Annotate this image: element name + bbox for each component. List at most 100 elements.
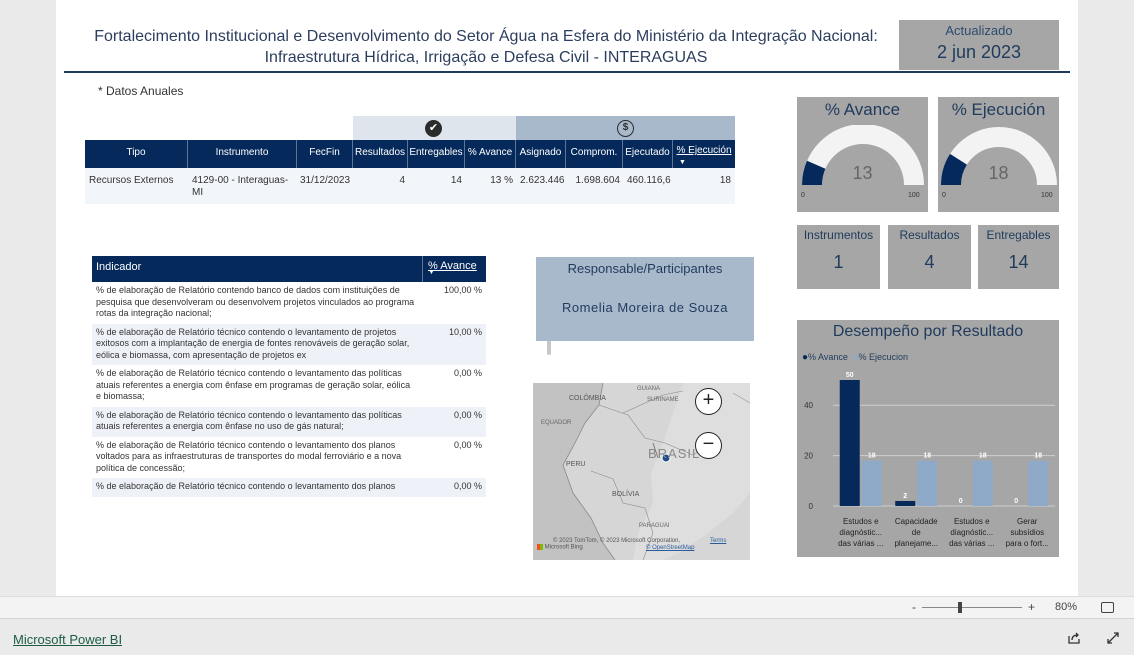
annual-data-note: * Datos Anuales	[98, 84, 184, 98]
col-asignado[interactable]: Asignado	[516, 140, 566, 168]
updated-card: Actualizado 2 jun 2023	[899, 20, 1059, 70]
col-indicator-avance[interactable]: % Avance ▼	[422, 256, 486, 282]
bar-avance[interactable]	[839, 380, 860, 506]
col-resultados[interactable]: Resultados	[353, 140, 408, 168]
table-row[interactable]: Recursos Externos 4129-00 - Interaguas-M…	[85, 168, 735, 204]
indicator-row[interactable]: % de elaboração de Relatório técnico con…	[92, 323, 486, 365]
check-circle-icon: ✔	[425, 120, 442, 137]
share-icon[interactable]	[1067, 631, 1081, 645]
map-terms-link[interactable]: Terms	[710, 538, 726, 544]
x-tick-label: Capacidade	[895, 517, 938, 526]
x-tick-label: de	[912, 528, 921, 537]
card-label: Entregables	[986, 228, 1051, 242]
x-tick-label: Estudos e	[954, 517, 990, 526]
col-comprom[interactable]: Comprom.	[566, 140, 623, 168]
gauge-arc	[941, 127, 1057, 186]
x-tick-label: Gerar	[1017, 517, 1038, 526]
responsable-label: Responsable/Participantes	[567, 261, 723, 276]
chart-plot: 020405018Estudos ediagnóstic...das vária…	[804, 372, 1055, 548]
indicator-rows: % de elaboração de Relatório contendo ba…	[92, 282, 486, 497]
gauge-value: 18	[988, 163, 1009, 183]
zoom-slider-handle[interactable]	[958, 602, 962, 613]
indicator-row[interactable]: % de elaboração de Relatório contendo ba…	[92, 282, 486, 324]
title-line-2: Infraestrutura Hídrica, Irrigação e Defe…	[264, 49, 708, 66]
title-divider	[64, 71, 1070, 73]
map-label: BRASIL	[648, 446, 701, 461]
indicator-row[interactable]: % de elaboração de Relatório técnico con…	[92, 437, 486, 479]
map-label: PARAGUAI	[639, 523, 670, 529]
indicator-value: 0,00 %	[453, 368, 482, 378]
y-tick-label: 40	[804, 401, 813, 410]
gauge-max: 100	[908, 192, 920, 199]
indicator-row[interactable]: % de elaboração de Relatório técnico con…	[92, 406, 486, 437]
map-label: GUIANA	[637, 386, 661, 392]
card-value: 14	[1008, 252, 1029, 272]
data-label: 50	[846, 372, 854, 379]
gauge-avance: % Avance 13 0 100	[797, 97, 928, 212]
x-tick-label: planejame...	[894, 539, 938, 548]
power-bi-link[interactable]: Microsoft Power BI	[13, 632, 122, 647]
budget-group-header: $	[516, 116, 735, 140]
data-label: 2	[903, 493, 907, 500]
responsable-card: Responsable/Participantes Romelia Moreir…	[536, 257, 754, 341]
bar-ejecucion[interactable]	[972, 460, 993, 506]
cell-instrumento: 4129-00 - Interaguas-MI	[192, 175, 289, 198]
indicator-text: % de elaboração de Relatório técnico con…	[96, 326, 410, 360]
data-label: 0	[1014, 498, 1018, 505]
bar-ejecucion[interactable]	[861, 460, 882, 506]
performance-chart[interactable]: Desempeño por Resultado ●% Avance ●% Eje…	[797, 320, 1059, 557]
card-resultados: Resultados 4	[888, 225, 971, 289]
col-indicador[interactable]: Indicador	[96, 261, 141, 273]
zoom-slider-track[interactable]	[922, 607, 1022, 608]
report-title: Fortalecimento Institucional e Desenvolv…	[56, 26, 916, 68]
bing-logo: Microsoft Bing	[537, 544, 583, 551]
title-line-1: Fortalecimento Institucional e Desenvolv…	[94, 28, 878, 45]
col-ejecutado[interactable]: Ejecutado	[623, 140, 673, 168]
gauge-title: % Ejecución	[951, 100, 1046, 119]
col-entregables[interactable]: Entregables	[408, 140, 465, 168]
bar-ejecucion[interactable]	[917, 460, 938, 506]
col-ejecucion[interactable]: % Ejecución ▼	[673, 140, 735, 168]
zoom-in-icon[interactable]: +	[695, 388, 722, 415]
fullscreen-icon[interactable]	[1106, 631, 1120, 645]
cell-resultados: 4	[399, 175, 405, 186]
gauge-value: 13	[852, 163, 873, 183]
indicator-table-header: Indicador % Avance ▼	[92, 256, 486, 282]
bar-ejecucion[interactable]	[1028, 460, 1049, 506]
x-tick-label: diagnóstic...	[950, 528, 993, 537]
zoom-bar: - + 80%	[0, 596, 1134, 618]
map-visual[interactable]: GUIANA COLÔMBIA SURINAME EQUADOR BRASIL …	[533, 383, 750, 560]
bing-icon	[537, 544, 543, 550]
indicator-value: 100,00 %	[443, 285, 482, 295]
cell-ejecutado: 460.116,6	[627, 175, 671, 186]
col-instrumento[interactable]: Instrumento	[188, 140, 297, 168]
card-label: Instrumentos	[803, 228, 874, 242]
card-instrumentos: Instrumentos 1	[797, 225, 880, 289]
y-tick-label: 0	[809, 502, 814, 511]
col-tipo[interactable]: Tipo	[85, 140, 188, 168]
report-canvas: Fortalecimento Institucional e Desenvolv…	[56, 0, 1078, 596]
x-tick-label: subsídios	[1010, 528, 1044, 537]
zoom-out-icon[interactable]: −	[695, 432, 722, 459]
map-label: BOLÍVIA	[612, 491, 640, 498]
data-label: 18	[923, 453, 931, 460]
col-avance[interactable]: % Avance	[465, 140, 516, 168]
map-label: PERU	[566, 461, 586, 468]
zoom-out-button[interactable]: -	[912, 600, 916, 614]
indicator-table[interactable]: Indicador % Avance ▼ % de elaboração de R…	[92, 256, 486, 501]
data-label: 0	[959, 498, 963, 505]
updated-label: Actualizado	[945, 23, 1013, 38]
fit-to-page-icon[interactable]	[1101, 602, 1114, 613]
zoom-level: 80%	[1055, 601, 1078, 613]
x-tick-label: para o fort...	[1006, 539, 1049, 548]
indicator-row[interactable]: % de elaboração de Relatório técnico con…	[92, 478, 486, 497]
cell-fecfin: 31/12/2023	[300, 175, 351, 186]
map-osm-link[interactable]: © OpenStreetMap	[646, 545, 694, 551]
indicator-row[interactable]: % de elaboração de Relatório técnico con…	[92, 365, 486, 407]
zoom-in-button[interactable]: +	[1028, 600, 1035, 614]
cell-tipo: Recursos Externos	[89, 175, 174, 186]
col-fecfin[interactable]: FecFin	[297, 140, 353, 168]
bar-avance[interactable]	[895, 500, 916, 506]
summary-table-header: Tipo Instrumento FecFin Resultados Entre…	[85, 140, 735, 168]
map-label: EQUADOR	[541, 420, 572, 426]
